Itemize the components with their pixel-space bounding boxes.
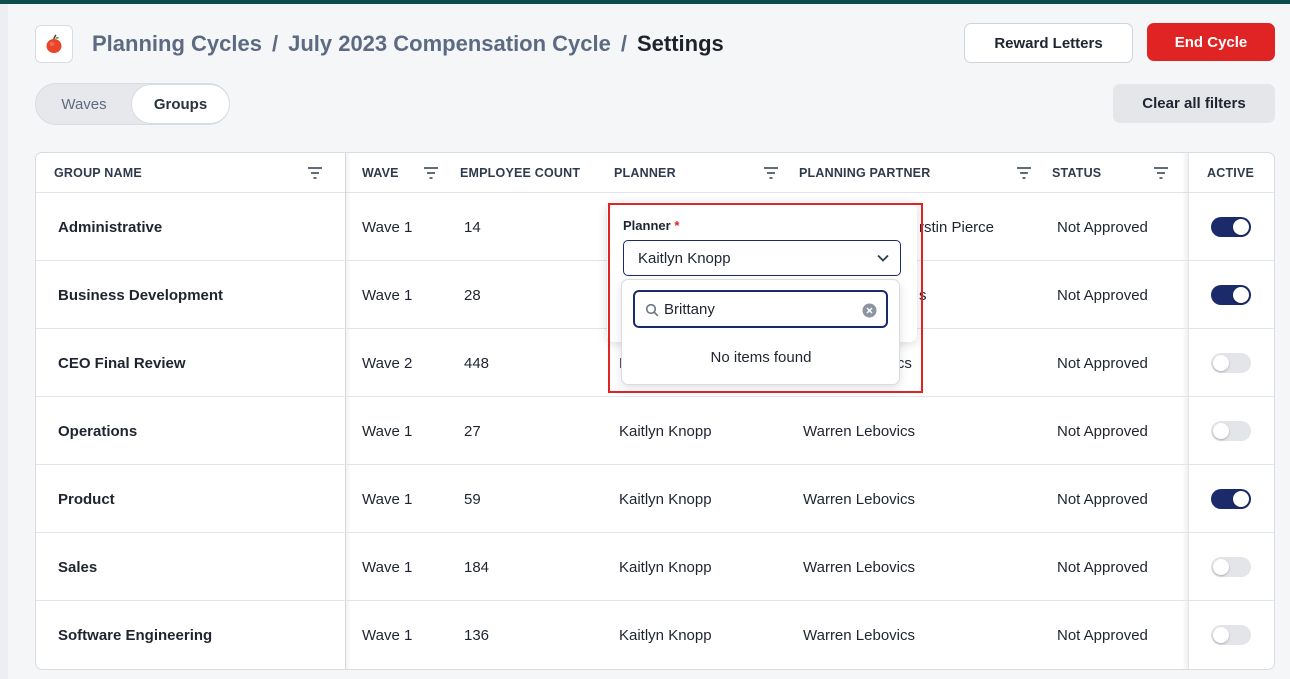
reward-letters-button[interactable]: Reward Letters bbox=[964, 23, 1133, 63]
required-marker: * bbox=[674, 218, 680, 233]
view-toggle: Waves Groups bbox=[35, 83, 230, 125]
employee-count-cell: 59 bbox=[464, 490, 481, 508]
group-name-cell: Software Engineering bbox=[58, 626, 213, 644]
employee-count-cell: 14 bbox=[464, 218, 481, 236]
filter-icon[interactable] bbox=[764, 167, 778, 179]
status-cell: Not Approved bbox=[1057, 626, 1148, 644]
table-row[interactable]: Operations Wave 1 27 Kaitlyn Knopp Warre… bbox=[36, 397, 1274, 465]
status-cell: Not Approved bbox=[1057, 354, 1148, 372]
table-row[interactable]: Product Wave 1 59 Kaitlyn Knopp Warren L… bbox=[36, 465, 1274, 533]
planner-select[interactable]: Kaitlyn Knopp bbox=[623, 240, 901, 276]
planner-cell[interactable]: Kaitlyn Knopp bbox=[619, 397, 712, 465]
app-logo[interactable] bbox=[35, 25, 73, 63]
planner-cell[interactable]: Kaitlyn Knopp bbox=[619, 465, 712, 533]
employee-count-cell: 28 bbox=[464, 286, 481, 304]
wave-cell: Wave 1 bbox=[362, 286, 413, 304]
employee-count-cell: 136 bbox=[464, 626, 490, 644]
filter-icon[interactable] bbox=[1017, 167, 1031, 179]
active-toggle[interactable] bbox=[1211, 625, 1251, 645]
table-row[interactable]: Software Engineering Wave 1 136 Kaitlyn … bbox=[36, 601, 1274, 669]
status-cell: Not Approved bbox=[1057, 490, 1148, 508]
breadcrumb-planning-cycles[interactable]: Planning Cycles bbox=[92, 31, 262, 57]
chevron-down-icon bbox=[877, 254, 889, 262]
column-header-active[interactable]: ACTIVE bbox=[1207, 153, 1254, 193]
breadcrumb-cycle[interactable]: July 2023 Compensation Cycle bbox=[288, 31, 611, 57]
planner-cell[interactable]: Kaitlyn Knopp bbox=[619, 601, 712, 669]
planner-cell[interactable]: Kaitlyn Knopp bbox=[619, 533, 712, 601]
wave-cell: Wave 1 bbox=[362, 422, 413, 440]
breadcrumb-separator: / bbox=[271, 31, 279, 56]
active-toggle[interactable] bbox=[1211, 353, 1251, 373]
tab-groups[interactable]: Groups bbox=[131, 84, 230, 124]
clear-all-filters-button[interactable]: Clear all filters bbox=[1113, 84, 1275, 123]
employee-count-cell: 184 bbox=[464, 558, 490, 576]
planner-select-value: Kaitlyn Knopp bbox=[638, 249, 731, 267]
wave-cell: Wave 1 bbox=[362, 558, 413, 576]
group-name-cell: Administrative bbox=[58, 218, 163, 236]
planning-partner-cell[interactable]: Warren Lebovics bbox=[803, 601, 915, 669]
column-header-planning-partner[interactable]: PLANNING PARTNER bbox=[799, 153, 930, 193]
planner-label-text: Planner bbox=[623, 218, 671, 233]
planner-field-label: Planner * bbox=[623, 218, 679, 233]
active-toggle[interactable] bbox=[1211, 489, 1251, 509]
employee-count-cell: 448 bbox=[464, 354, 490, 372]
search-icon bbox=[645, 303, 659, 317]
status-cell: Not Approved bbox=[1057, 558, 1148, 576]
group-name-cell: Product bbox=[58, 490, 115, 508]
employee-count-cell: 27 bbox=[464, 422, 481, 440]
wave-cell: Wave 1 bbox=[362, 490, 413, 508]
group-name-cell: CEO Final Review bbox=[58, 354, 186, 372]
planner-search-input[interactable]: Brittany bbox=[633, 290, 888, 328]
table-row[interactable]: Sales Wave 1 184 Kaitlyn Knopp Warren Le… bbox=[36, 533, 1274, 601]
filter-icon[interactable] bbox=[1154, 167, 1168, 179]
breadcrumb-separator: / bbox=[620, 31, 627, 56]
group-name-cell: Sales bbox=[58, 558, 98, 576]
active-toggle[interactable] bbox=[1211, 421, 1251, 441]
empty-results-message: No items found bbox=[710, 349, 812, 366]
page-title: Settings bbox=[637, 31, 724, 56]
top-accent-bar bbox=[0, 0, 1290, 4]
group-name-cell: Operations bbox=[58, 422, 138, 440]
planning-partner-cell[interactable]: Warren Lebovics bbox=[803, 533, 915, 601]
table-header: GROUP NAME WAVE EMPLOYEE COUNT PLANNER P… bbox=[36, 153, 1274, 193]
active-toggle[interactable] bbox=[1211, 557, 1251, 577]
search-input-value: Brittany bbox=[664, 301, 715, 318]
wave-cell: Wave 2 bbox=[362, 354, 413, 372]
planning-partner-cell[interactable]: Warren Lebovics bbox=[803, 397, 915, 465]
column-header-wave[interactable]: WAVE bbox=[362, 153, 399, 193]
left-gutter bbox=[0, 4, 8, 679]
filter-icon[interactable] bbox=[308, 167, 322, 179]
end-cycle-button[interactable]: End Cycle bbox=[1147, 23, 1275, 61]
status-cell: Not Approved bbox=[1057, 422, 1148, 440]
status-cell: Not Approved bbox=[1057, 286, 1148, 304]
planning-partner-cell[interactable]: s bbox=[919, 261, 927, 329]
group-name-cell: Business Development bbox=[58, 286, 224, 304]
breadcrumb: Planning Cycles / July 2023 Compensation… bbox=[92, 30, 724, 58]
column-header-employee-count[interactable]: EMPLOYEE COUNT bbox=[460, 153, 580, 193]
planning-partner-cell[interactable]: Warren Lebovics bbox=[803, 465, 915, 533]
column-header-status[interactable]: STATUS bbox=[1052, 153, 1101, 193]
active-toggle[interactable] bbox=[1211, 217, 1251, 237]
tab-waves[interactable]: Waves bbox=[36, 84, 132, 124]
column-header-group-name[interactable]: GROUP NAME bbox=[54, 153, 142, 193]
wave-cell: Wave 1 bbox=[362, 626, 413, 644]
filter-icon[interactable] bbox=[424, 167, 438, 179]
planning-partner-cell[interactable]: rstin Pierce bbox=[919, 193, 994, 261]
wave-cell: Wave 1 bbox=[362, 218, 413, 236]
status-cell: Not Approved bbox=[1057, 218, 1148, 236]
clear-icon[interactable] bbox=[862, 303, 877, 318]
column-header-planner[interactable]: PLANNER bbox=[614, 153, 676, 193]
active-toggle[interactable] bbox=[1211, 285, 1251, 305]
apple-logo-icon bbox=[46, 34, 62, 53]
